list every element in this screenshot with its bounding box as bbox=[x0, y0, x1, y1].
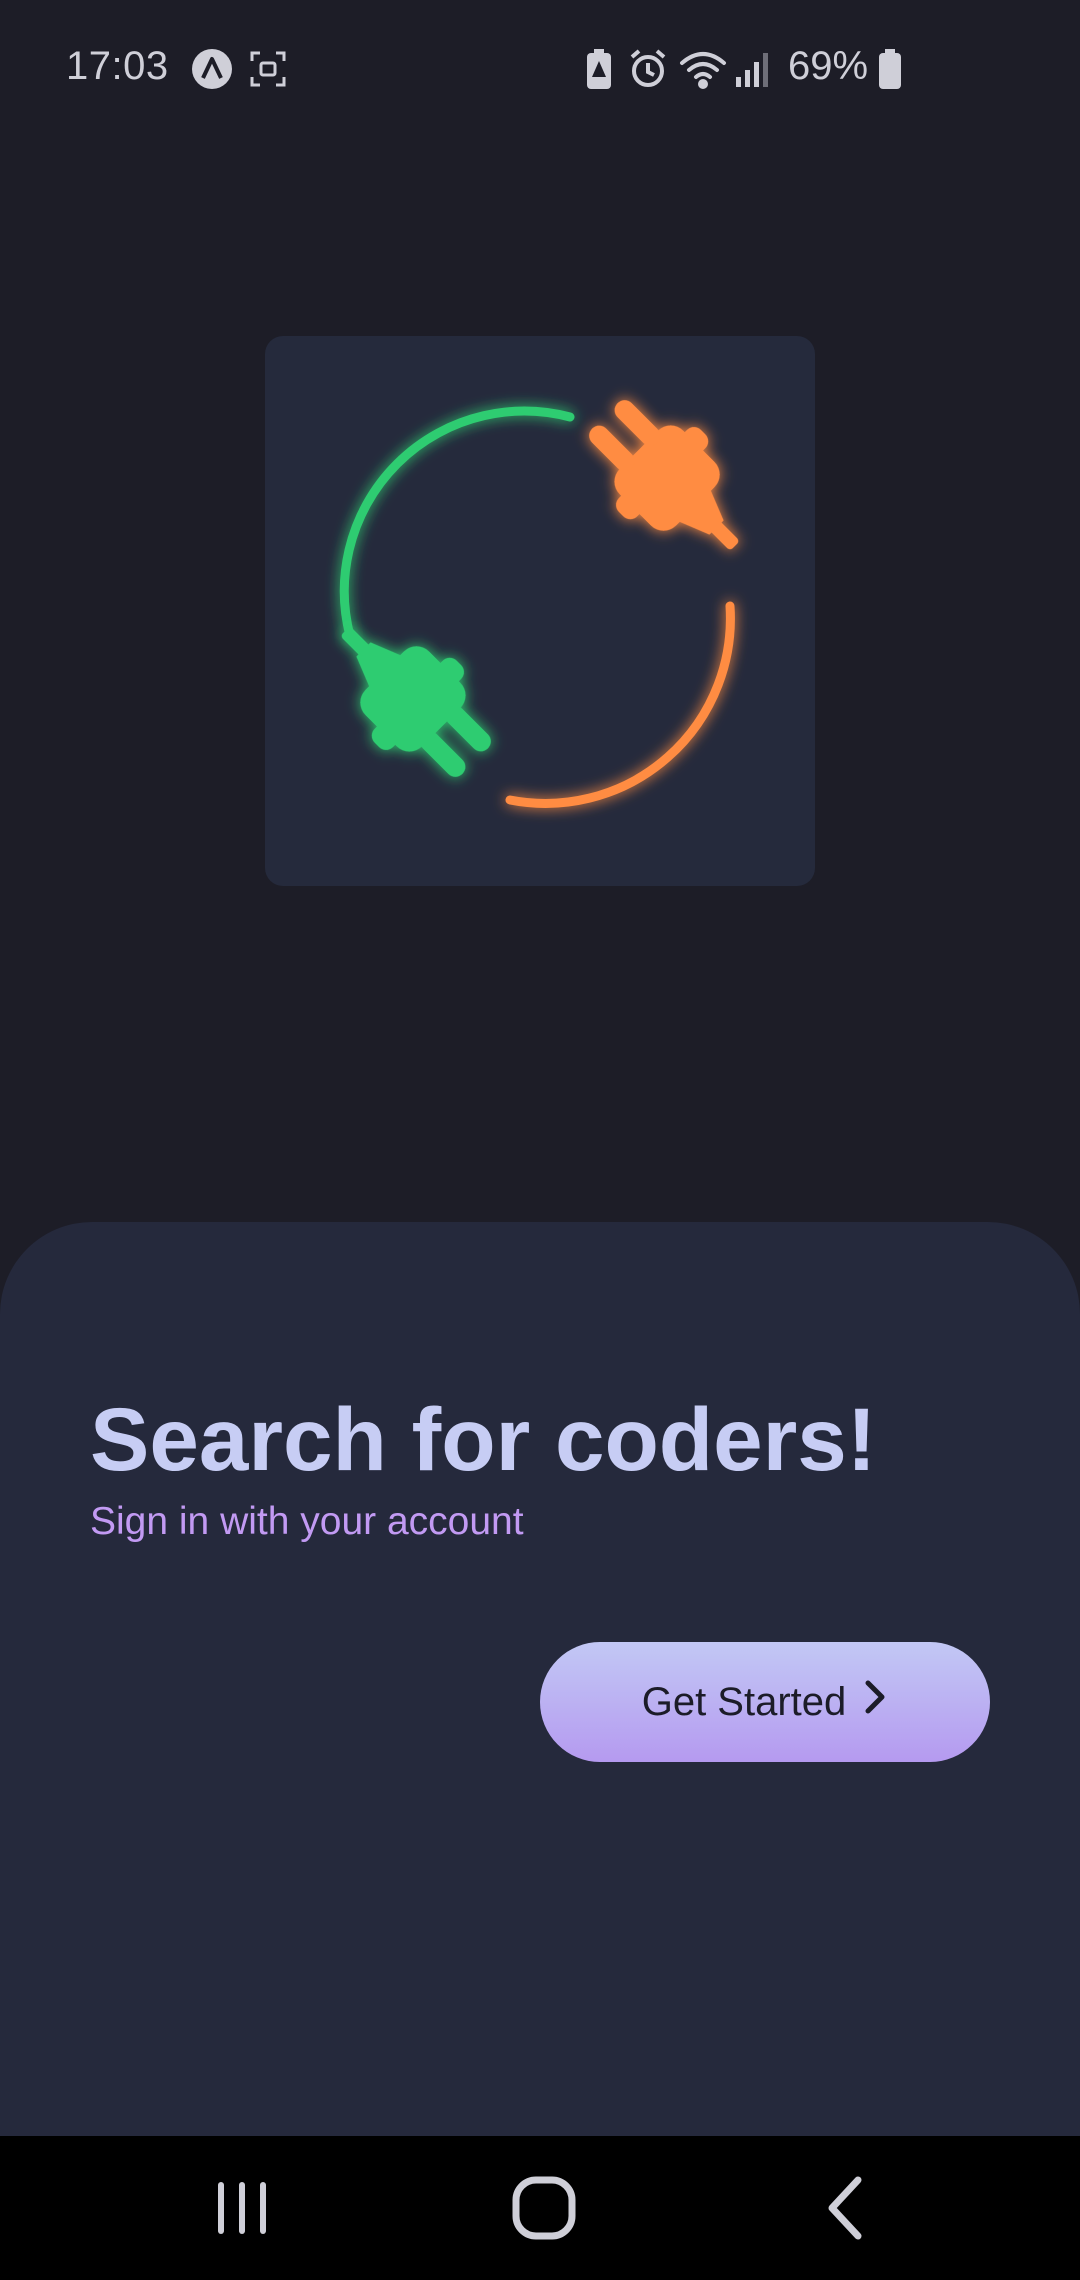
chevron-right-icon bbox=[862, 1679, 888, 1725]
home-icon[interactable] bbox=[504, 2168, 584, 2248]
signal-icon bbox=[734, 46, 774, 92]
plug-connection-icon bbox=[339, 400, 739, 808]
get-started-label: Get Started bbox=[641, 1679, 847, 1724]
screen-capture-icon bbox=[248, 46, 288, 92]
get-started-button[interactable]: Get Started bbox=[540, 1642, 990, 1762]
app-logo bbox=[265, 336, 815, 886]
status-time: 17:03 bbox=[66, 44, 169, 88]
battery-saver-icon bbox=[584, 46, 614, 92]
vpn-icon bbox=[190, 46, 234, 92]
battery-percent: 69% bbox=[788, 44, 869, 88]
battery-icon bbox=[876, 46, 904, 92]
wifi-icon bbox=[678, 46, 728, 92]
alarm-icon bbox=[628, 46, 668, 92]
welcome-subtitle: Sign in with your account bbox=[90, 1500, 524, 1543]
back-icon[interactable] bbox=[806, 2168, 886, 2248]
status-bar: 17:03 69% bbox=[0, 0, 1080, 136]
welcome-title: Search for coders! bbox=[90, 1389, 877, 1489]
navigation-bar bbox=[0, 2136, 1080, 2280]
recent-apps-icon[interactable] bbox=[202, 2168, 282, 2248]
